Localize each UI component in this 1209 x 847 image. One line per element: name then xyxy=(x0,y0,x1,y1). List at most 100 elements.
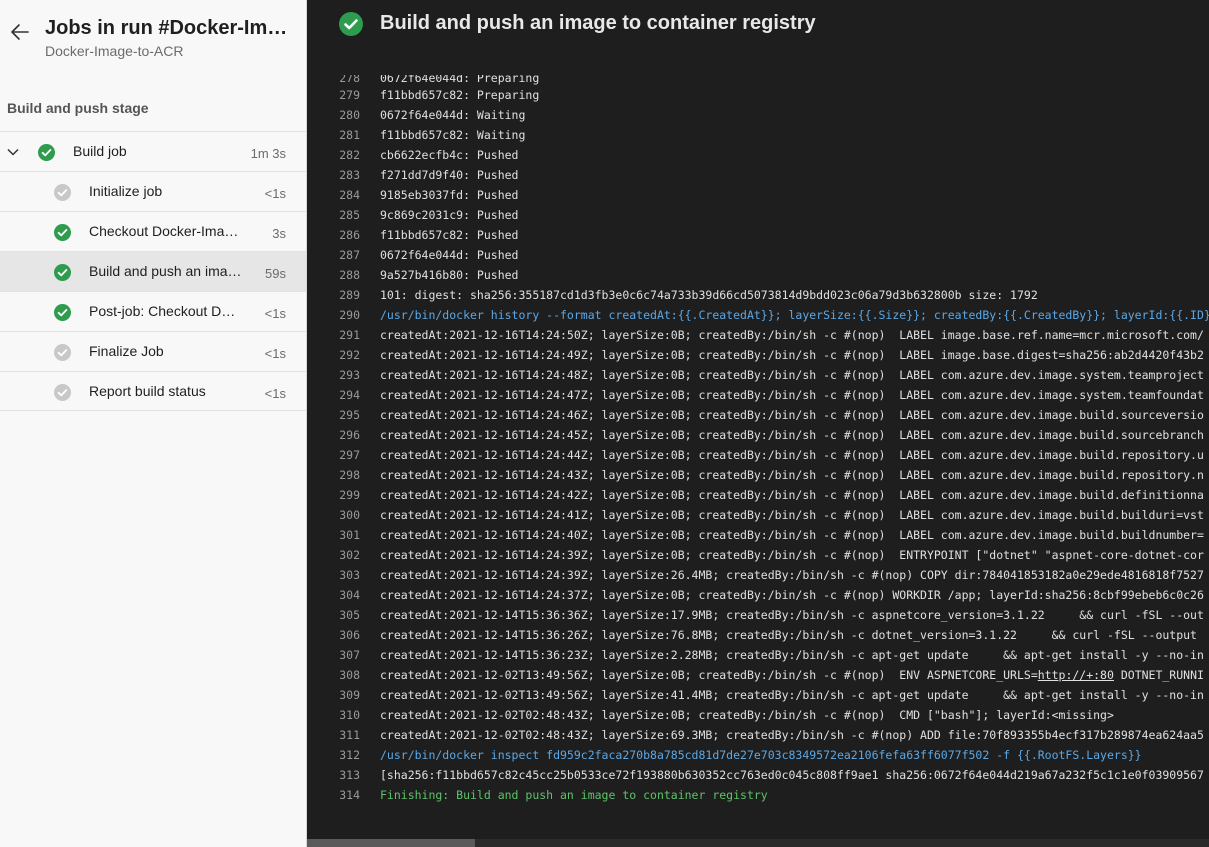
log-line: 294 createdAt:2021-12-16T14:24:47Z; layer… xyxy=(307,385,1209,405)
log-line: 310 createdAt:2021-12-02T02:48:43Z; layer… xyxy=(307,705,1209,725)
line-number: 287 xyxy=(339,248,360,262)
log-text: createdAt:2021-12-02T02:48:43Z; layerSiz… xyxy=(380,728,1204,742)
log-line: 307 createdAt:2021-12-14T15:36:23Z; layer… xyxy=(307,645,1209,665)
log-line: 299 createdAt:2021-12-16T14:24:42Z; layer… xyxy=(307,485,1209,505)
log-line: 289 101: digest: sha256:355187cd1d3fb3e0c… xyxy=(307,285,1209,305)
log-line: 298 createdAt:2021-12-16T14:24:43Z; layer… xyxy=(307,465,1209,485)
log-line: 303 createdAt:2021-12-16T14:24:39Z; layer… xyxy=(307,565,1209,585)
line-number: 308 xyxy=(339,668,360,682)
line-number: 299 xyxy=(339,488,360,502)
line-number: 294 xyxy=(339,388,360,402)
log-line: 288 9a527b416b80: Pushed xyxy=(307,265,1209,285)
success-check-icon xyxy=(54,224,71,241)
line-number: 283 xyxy=(339,168,360,182)
step-row[interactable]: Build and push an ima… 59s xyxy=(0,251,306,291)
horizontal-scrollbar[interactable] xyxy=(307,839,1209,847)
log-text: Finishing: Build and push an image to co… xyxy=(380,788,768,802)
line-number: 312 xyxy=(339,748,360,762)
log-text: f11bbd657c82: Waiting xyxy=(380,128,526,142)
success-check-icon xyxy=(54,304,71,321)
log-link[interactable]: http://+:80 xyxy=(1038,668,1114,682)
log-text: /usr/bin/docker inspect fd959c2faca270b8… xyxy=(380,748,1142,762)
success-check-icon xyxy=(54,264,71,281)
log-line: 297 createdAt:2021-12-16T14:24:44Z; layer… xyxy=(307,445,1209,465)
log-text: createdAt:2021-12-16T14:24:49Z; layerSiz… xyxy=(380,348,1204,362)
step-label: Checkout Docker-Imag… xyxy=(89,223,244,239)
step-duration: <1s xyxy=(264,346,286,361)
scrollbar-thumb[interactable] xyxy=(307,839,475,847)
step-row[interactable]: Report build status <1s xyxy=(0,371,306,411)
line-number: 286 xyxy=(339,228,360,242)
log-panel: Build and push an image to container reg… xyxy=(307,0,1209,847)
log-line: 278 0672f64e044d: Preparing xyxy=(339,75,540,85)
line-number: 291 xyxy=(339,328,360,342)
step-duration: 59s xyxy=(265,266,286,281)
job-row[interactable]: Build job 1m 3s xyxy=(0,131,306,171)
log-output[interactable]: 278 0672f64e044d: Preparing 279 f11bbd657c8… xyxy=(307,75,1209,835)
step-row[interactable]: Post-job: Checkout D… <1s xyxy=(0,291,306,331)
log-line: 285 9c869c2031c9: Pushed xyxy=(307,205,1209,225)
line-number: 305 xyxy=(339,608,360,622)
line-number: 310 xyxy=(339,708,360,722)
line-number: 289 xyxy=(339,288,360,302)
log-line: 295 createdAt:2021-12-16T14:24:46Z; layer… xyxy=(307,405,1209,425)
log-text: createdAt:2021-12-16T14:24:44Z; layerSiz… xyxy=(380,448,1204,462)
line-number: 296 xyxy=(339,428,360,442)
sidebar-header: Jobs in run #Docker-Im… Docker-Image-to-… xyxy=(0,0,306,80)
line-number: 288 xyxy=(339,268,360,282)
log-line: 280 0672f64e044d: Waiting xyxy=(307,105,1209,125)
log-text: createdAt:2021-12-16T14:24:48Z; layerSiz… xyxy=(380,368,1204,382)
log-line: 300 createdAt:2021-12-16T14:24:41Z; layer… xyxy=(307,505,1209,525)
log-text: createdAt:2021-12-16T14:24:39Z; layerSiz… xyxy=(380,568,1204,582)
step-row[interactable]: Finalize Job <1s xyxy=(0,331,306,371)
log-text: createdAt:2021-12-16T14:24:50Z; layerSiz… xyxy=(380,328,1204,342)
log-line: 311 createdAt:2021-12-02T02:48:43Z; layer… xyxy=(307,725,1209,745)
line-number: 311 xyxy=(339,728,360,742)
step-duration: 3s xyxy=(272,226,286,241)
step-label: Report build status xyxy=(89,383,206,399)
job-label: Build job xyxy=(73,143,127,159)
log-line: 296 createdAt:2021-12-16T14:24:45Z; layer… xyxy=(307,425,1209,445)
log-text: createdAt:2021-12-14T15:36:36Z; layerSiz… xyxy=(380,608,1204,622)
log-text: createdAt:2021-12-16T14:24:39Z; layerSiz… xyxy=(380,548,1204,562)
chevron-down-icon[interactable] xyxy=(6,145,20,159)
line-number: 309 xyxy=(339,688,360,702)
line-number: 304 xyxy=(339,588,360,602)
log-line: 290/usr/bin/docker history --format crea… xyxy=(307,305,1209,325)
line-number: 297 xyxy=(339,448,360,462)
back-arrow-icon[interactable] xyxy=(8,20,32,44)
step-duration: <1s xyxy=(264,186,286,201)
log-line: 283 f271dd7d9f40: Pushed xyxy=(307,165,1209,185)
step-row[interactable]: Checkout Docker-Imag… 3s xyxy=(0,211,306,251)
line-number: 300 xyxy=(339,508,360,522)
line-number: 314 xyxy=(339,788,360,802)
line-number: 281 xyxy=(339,128,360,142)
log-line: 314 Finishing: Build and push an image to… xyxy=(307,785,1209,805)
log-text: [sha256:f11bbd657c82c45cc25b0533ce72f193… xyxy=(380,768,1204,782)
log-line: 282 cb6622ecfb4c: Pushed xyxy=(307,145,1209,165)
log-text: createdAt:2021-12-14T15:36:23Z; layerSiz… xyxy=(380,648,1204,662)
line-number: 295 xyxy=(339,408,360,422)
step-duration: <1s xyxy=(264,386,286,401)
log-text: createdAt:2021-12-02T13:49:56Z; layerSiz… xyxy=(380,688,1204,702)
step-row[interactable]: Initialize job <1s xyxy=(0,171,306,211)
log-line: 281 f11bbd657c82: Waiting xyxy=(307,125,1209,145)
log-text: createdAt:2021-12-16T14:24:41Z; layerSiz… xyxy=(380,508,1204,522)
log-text: createdAt:2021-12-16T14:24:40Z; layerSiz… xyxy=(380,528,1204,542)
line-number: 307 xyxy=(339,648,360,662)
step-label: Build and push an ima… xyxy=(89,263,242,279)
log-header: Build and push an image to container reg… xyxy=(307,0,1209,60)
step-title: Build and push an image to container reg… xyxy=(380,12,816,34)
log-line: 305 createdAt:2021-12-14T15:36:36Z; layer… xyxy=(307,605,1209,625)
log-text: createdAt:2021-12-16T14:24:47Z; layerSiz… xyxy=(380,388,1204,402)
log-line: 286 f11bbd657c82: Pushed xyxy=(307,225,1209,245)
success-check-icon xyxy=(339,12,363,36)
job-duration: 1m 3s xyxy=(250,146,286,161)
log-text: createdAt:2021-12-02T02:48:43Z; layerSiz… xyxy=(380,708,1114,722)
line-number: 280 xyxy=(339,108,360,122)
log-line: 308 createdAt:2021-12-02T13:49:56Z; layer… xyxy=(307,665,1209,685)
step-label: Initialize job xyxy=(89,183,163,199)
log-text: f11bbd657c82: Preparing xyxy=(380,88,540,102)
log-line: 279 f11bbd657c82: Preparing xyxy=(307,85,1209,105)
success-check-icon xyxy=(38,144,55,161)
